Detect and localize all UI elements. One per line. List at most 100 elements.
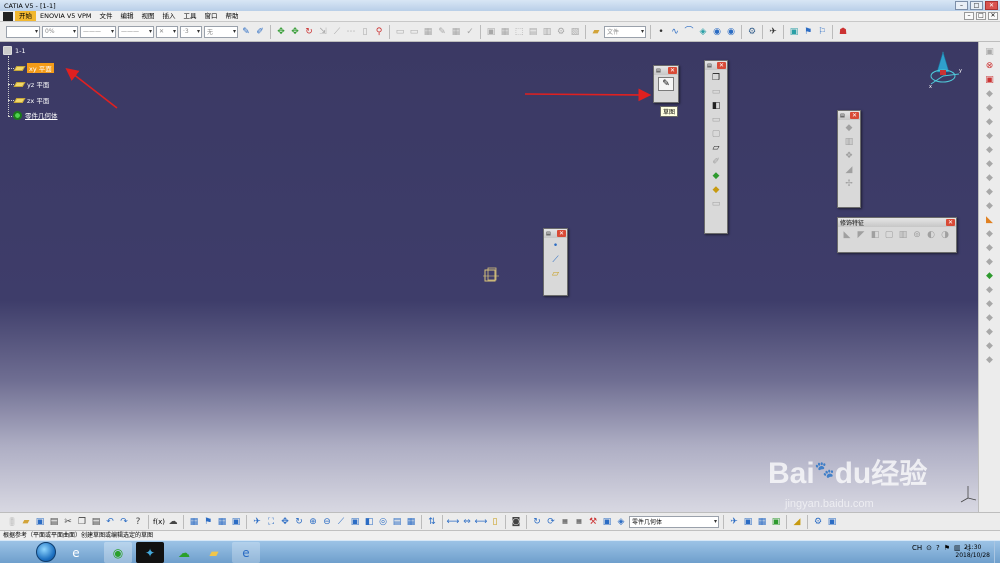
paste-icon[interactable]: ▤ — [90, 516, 102, 528]
side-tool-10-icon[interactable]: ◆ — [984, 228, 996, 240]
paint-icon[interactable]: ✎ — [240, 26, 252, 38]
loft-icon[interactable]: ◆ — [710, 170, 722, 182]
windows-start-button[interactable] — [36, 542, 56, 562]
spline-icon[interactable]: ⌒ — [683, 26, 695, 38]
remove-loft-icon[interactable]: ◆ — [710, 184, 722, 196]
update-icon[interactable]: ⟳ — [545, 516, 557, 528]
point-icon[interactable]: • — [655, 26, 667, 38]
folder-icon[interactable]: ▰ — [590, 26, 602, 38]
run-icon[interactable]: ✈ — [767, 26, 779, 38]
translate-icon[interactable]: ◆ — [843, 122, 855, 134]
body-select-icon[interactable]: ◈ — [615, 516, 627, 528]
manipulate-icon[interactable]: ⇅ — [426, 516, 438, 528]
side-tool-16-icon[interactable]: ◆ — [984, 326, 996, 338]
brush-icon[interactable]: ✐ — [254, 26, 266, 38]
body-combo[interactable]: 零件几何体 — [629, 515, 719, 528]
reaction-icon[interactable]: ▥ — [541, 26, 553, 38]
mirror-icon[interactable]: ▥ — [843, 136, 855, 148]
affinity-icon[interactable]: ✢ — [843, 178, 855, 190]
pattern-icon[interactable]: ❖ — [843, 150, 855, 162]
view-icon[interactable]: ◉ — [711, 26, 723, 38]
catalog-icon[interactable]: ▣ — [485, 26, 497, 38]
library-icon[interactable]: ▣ — [788, 26, 800, 38]
workbench-5-icon[interactable]: ⚙ — [812, 516, 824, 528]
snap-icon[interactable]: ⇲ — [317, 26, 329, 38]
side-tool-2-icon[interactable]: ◆ — [984, 102, 996, 114]
user-icon[interactable]: ☗ — [837, 26, 849, 38]
workbench-4-icon[interactable]: ▣ — [770, 516, 782, 528]
knowledge-icon[interactable]: ✎ — [436, 26, 448, 38]
pan-tool-icon[interactable]: ✥ — [279, 516, 291, 528]
zoom-view-icon[interactable]: ◉ — [725, 26, 737, 38]
reference-elements-toolbar[interactable]: ▤ ✕ • ⟋ ▱ — [543, 228, 568, 296]
side-tool-15-icon[interactable]: ◆ — [984, 312, 996, 324]
print-icon[interactable]: ▤ — [48, 516, 60, 528]
pocket-icon[interactable]: ▭ — [710, 86, 722, 98]
solid-icon[interactable]: ◆ — [984, 270, 996, 282]
law-icon[interactable]: ▭ — [408, 26, 420, 38]
line-type-combo[interactable]: ——— — [80, 25, 116, 38]
chamfer-icon[interactable]: ◤ — [855, 229, 867, 241]
ime-icon[interactable]: ⊙ — [926, 544, 932, 552]
new-icon[interactable]: ▯ — [6, 516, 18, 528]
side-tool-11-icon[interactable]: ◆ — [984, 242, 996, 254]
zoom-in-icon[interactable]: ⊕ — [307, 516, 319, 528]
workbench-3-icon[interactable]: ▦ — [756, 516, 768, 528]
maximize-button[interactable]: □ — [970, 1, 983, 10]
point-icon[interactable]: • — [550, 240, 562, 252]
close-icon[interactable]: ✕ — [946, 219, 955, 226]
analysis-tool-2-icon[interactable]: ⇔ — [461, 516, 473, 528]
comment-icon[interactable]: ☁ — [167, 516, 179, 528]
menu-edit[interactable]: 编辑 — [116, 11, 137, 21]
shading-icon[interactable]: ◧ — [363, 516, 375, 528]
system-clock[interactable]: 21:30 2018/10/28 — [955, 544, 990, 560]
table-tool-icon[interactable]: ▦ — [188, 516, 200, 528]
refresh-icon[interactable]: ↻ — [531, 516, 543, 528]
copy-icon[interactable]: ❐ — [76, 516, 88, 528]
menu-help[interactable]: 帮助 — [221, 11, 242, 21]
workbench-6-icon[interactable]: ▣ — [826, 516, 838, 528]
sketcher-floating-toolbar[interactable]: ▤ ✕ ✎ — [653, 65, 679, 103]
slot-icon[interactable]: ✐ — [710, 156, 722, 168]
formula-icon[interactable]: ▭ — [394, 26, 406, 38]
sketch-button[interactable]: ✎ — [658, 77, 674, 91]
sketch-view-icon[interactable]: ▦ — [405, 516, 417, 528]
curve-icon[interactable]: ∿ — [669, 26, 681, 38]
analysis-icon[interactable]: ▧ — [569, 26, 581, 38]
line-tool-icon[interactable]: ⟋ — [331, 26, 343, 38]
hammer-icon[interactable]: ⚒ — [587, 516, 599, 528]
menu-start[interactable]: 开始 — [15, 11, 36, 21]
compass-icon[interactable]: ✥ — [275, 26, 287, 38]
side-tool-17-icon[interactable]: ◆ — [984, 340, 996, 352]
doc-maximize-button[interactable]: □ — [976, 12, 986, 20]
line-icon[interactable]: ⟋ — [550, 254, 562, 266]
cut-icon[interactable]: ✂ — [62, 516, 74, 528]
swap-icon[interactable]: ▤ — [391, 516, 403, 528]
exit-workbench-icon[interactable]: ▣ — [984, 46, 996, 58]
side-tool-7-icon[interactable]: ◆ — [984, 172, 996, 184]
rib-icon[interactable]: ▱ — [710, 142, 722, 154]
whats-this-icon[interactable]: ? — [132, 516, 144, 528]
grid-tool-icon[interactable]: ▦ — [216, 516, 228, 528]
tree-icon[interactable]: ⚑ — [802, 26, 814, 38]
side-tool-13-icon[interactable]: ◆ — [984, 284, 996, 296]
doc-minimize-button[interactable]: – — [964, 12, 974, 20]
ie2-taskbar-icon[interactable]: e — [232, 542, 260, 563]
file-combo[interactable]: 文件 — [604, 25, 646, 38]
side-tool-6-icon[interactable]: ◆ — [984, 158, 996, 170]
replace-face-icon[interactable]: ◑ — [939, 229, 951, 241]
bookmark-icon[interactable]: ⚐ — [816, 26, 828, 38]
rule-icon[interactable]: ▦ — [450, 26, 462, 38]
help-icon[interactable]: ? — [936, 544, 940, 552]
language-indicator[interactable]: CH — [912, 544, 922, 552]
optimize-icon[interactable]: ⚙ — [555, 26, 567, 38]
side-tool-18-icon[interactable]: ◆ — [984, 354, 996, 366]
boolean-icon[interactable]: ◣ — [984, 214, 996, 226]
scale-icon[interactable]: ◢ — [843, 164, 855, 176]
fillet-icon[interactable]: ◣ — [841, 229, 853, 241]
rotate-icon[interactable]: ↻ — [293, 516, 305, 528]
shaft-icon[interactable]: ◧ — [710, 100, 722, 112]
table-icon[interactable]: ▦ — [499, 26, 511, 38]
constraint-icon[interactable]: ▦ — [573, 516, 585, 528]
side-tool-9-icon[interactable]: ◆ — [984, 200, 996, 212]
